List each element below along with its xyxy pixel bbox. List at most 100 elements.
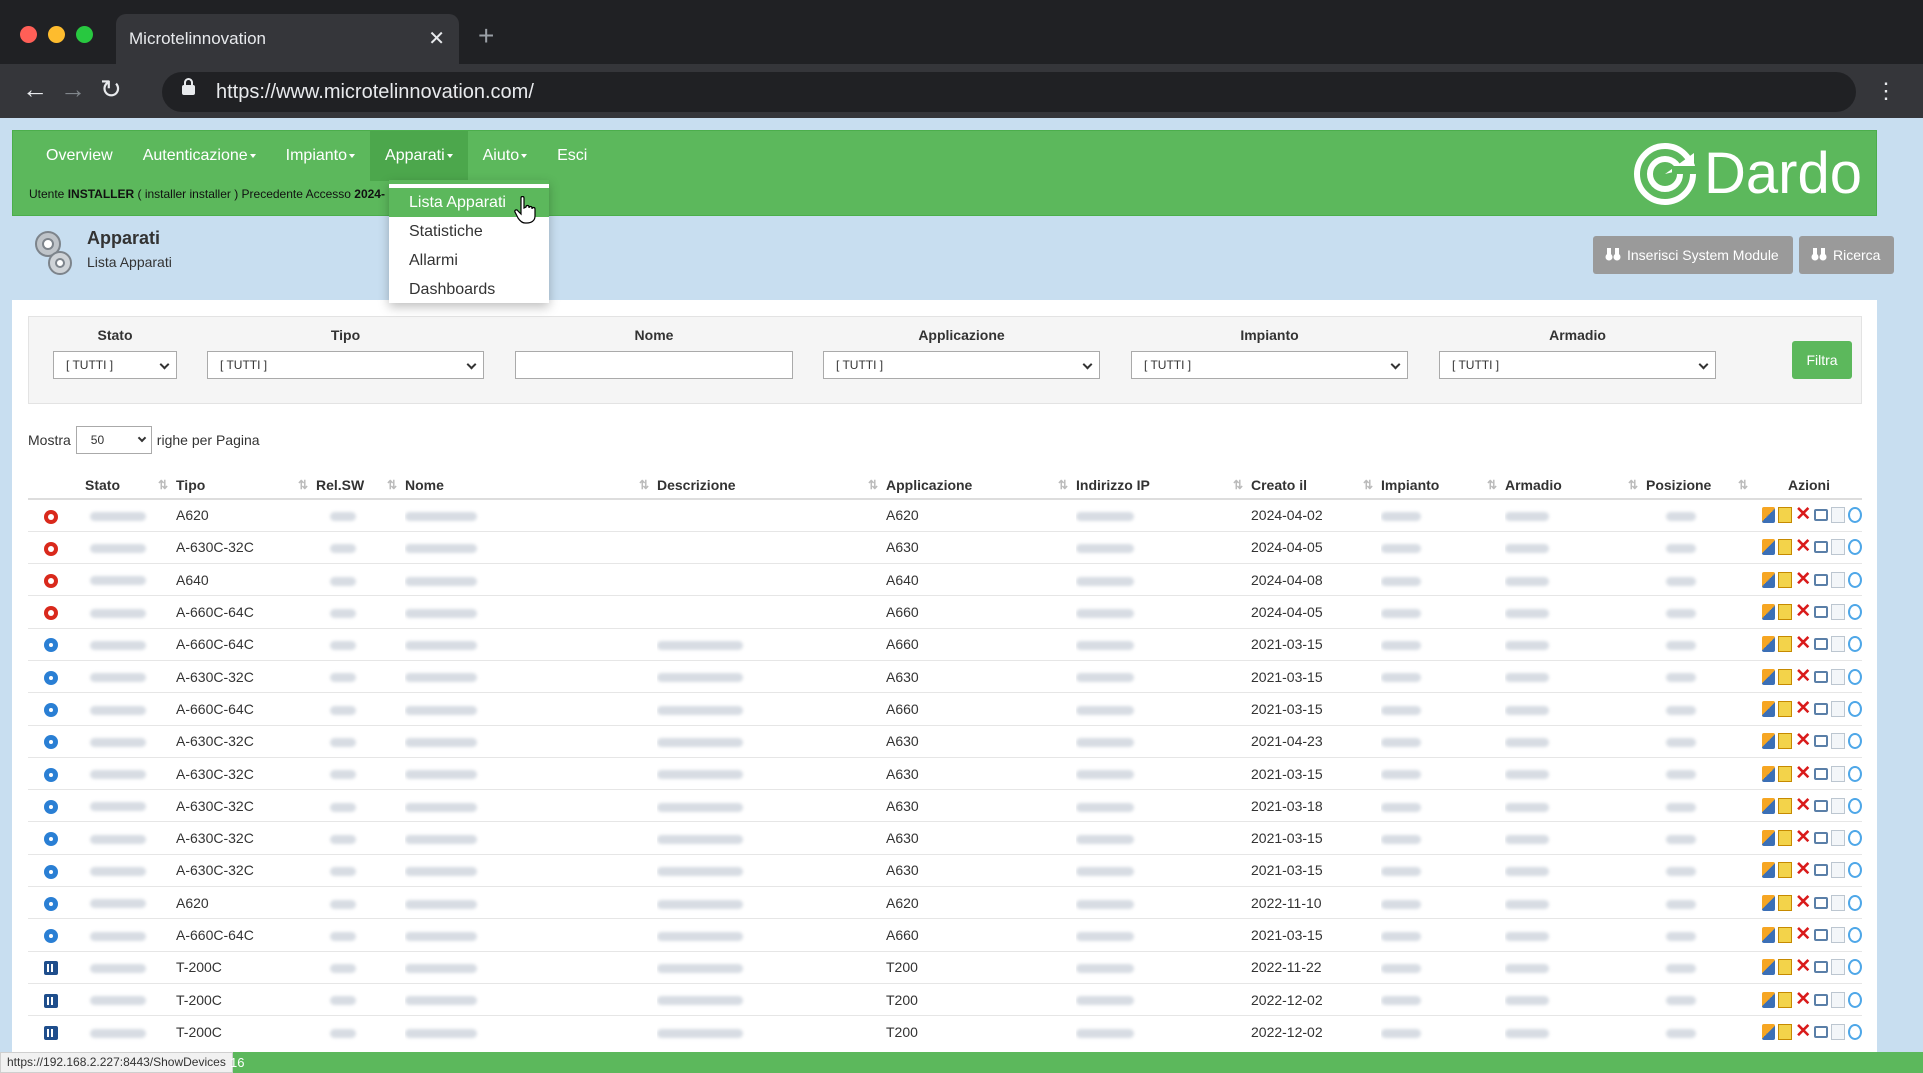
history-icon[interactable] (1847, 636, 1862, 653)
address-bar[interactable]: https://www.microtelinnovation.com/ (162, 72, 1856, 112)
document-icon[interactable] (1831, 700, 1845, 717)
sort-icon[interactable]: ⇅ (158, 478, 168, 492)
copy-icon[interactable] (1762, 507, 1776, 524)
edit-icon[interactable] (1778, 539, 1793, 556)
document-icon[interactable] (1831, 539, 1845, 556)
document-icon[interactable] (1831, 636, 1845, 653)
edit-icon[interactable] (1778, 894, 1793, 911)
history-icon[interactable] (1847, 991, 1862, 1008)
document-icon[interactable] (1831, 894, 1845, 911)
column-header-creato-il[interactable]: Creato il ⇅ (1251, 472, 1381, 500)
monitor-icon[interactable] (1814, 573, 1829, 586)
monitor-icon[interactable] (1814, 896, 1829, 909)
dropdown-item-allarmi[interactable]: Allarmi (389, 246, 549, 275)
delete-icon[interactable]: ✕ (1795, 828, 1811, 847)
table-row[interactable]: T-200C T200 2022-11-22 ✕ (28, 950, 1862, 984)
column-header-armadio[interactable]: Armadio ⇅ (1505, 472, 1646, 500)
cell-nome[interactable] (405, 821, 657, 855)
delete-icon[interactable]: ✕ (1795, 505, 1811, 524)
document-icon[interactable] (1831, 991, 1845, 1008)
table-row[interactable]: A-630C-32C A630 2021-03-15 ✕ (28, 853, 1862, 887)
document-icon[interactable] (1831, 668, 1845, 685)
copy-icon[interactable] (1762, 636, 1776, 653)
copy-icon[interactable] (1762, 571, 1776, 588)
copy-icon[interactable] (1762, 830, 1776, 847)
table-row[interactable]: A-630C-32C A630 2021-04-23 ✕ (28, 724, 1862, 758)
table-row[interactable]: T-200C T200 2022-12-02 ✕ (28, 1015, 1862, 1049)
history-icon[interactable] (1847, 668, 1862, 685)
delete-icon[interactable]: ✕ (1795, 925, 1811, 944)
copy-icon[interactable] (1762, 959, 1776, 976)
edit-icon[interactable] (1778, 1024, 1793, 1041)
delete-icon[interactable]: ✕ (1795, 731, 1811, 750)
copy-icon[interactable] (1762, 797, 1776, 814)
cell-nome[interactable] (405, 950, 657, 984)
cell-nome[interactable] (405, 498, 657, 532)
copy-icon[interactable] (1762, 894, 1776, 911)
history-icon[interactable] (1847, 894, 1862, 911)
copy-icon[interactable] (1762, 765, 1776, 782)
edit-icon[interactable] (1778, 959, 1793, 976)
cell-nome[interactable] (405, 853, 657, 887)
document-icon[interactable] (1831, 507, 1845, 524)
table-row[interactable]: A-660C-64C A660 2021-03-15 ✕ (28, 627, 1862, 661)
document-icon[interactable] (1831, 830, 1845, 847)
table-row[interactable]: A-660C-64C A660 2021-03-15 ✕ (28, 918, 1862, 952)
history-icon[interactable] (1847, 862, 1862, 879)
sort-icon[interactable]: ⇅ (1233, 478, 1243, 492)
document-icon[interactable] (1831, 927, 1845, 943)
edit-icon[interactable] (1778, 507, 1793, 524)
delete-icon[interactable]: ✕ (1795, 667, 1811, 686)
monitor-icon[interactable] (1814, 832, 1829, 845)
copy-icon[interactable] (1762, 668, 1776, 685)
delete-icon[interactable]: ✕ (1795, 1022, 1811, 1041)
cell-nome[interactable] (405, 595, 657, 629)
document-icon[interactable] (1831, 571, 1845, 588)
edit-icon[interactable] (1778, 636, 1793, 653)
cell-nome[interactable] (405, 886, 657, 919)
forward-arrow-icon[interactable]: → (60, 74, 86, 104)
sort-icon[interactable]: ⇅ (868, 478, 878, 492)
cell-nome[interactable] (405, 530, 657, 564)
delete-icon[interactable]: ✕ (1795, 764, 1811, 783)
table-row[interactable]: A-630C-32C A630 2021-03-15 ✕ (28, 756, 1862, 790)
sort-icon[interactable]: ⇅ (639, 478, 649, 492)
table-row[interactable]: A620 A620 2022-11-10 ✕ (28, 886, 1862, 919)
tab-close-icon[interactable]: ✕ (428, 14, 445, 64)
history-icon[interactable] (1847, 927, 1862, 943)
column-header-tipo[interactable]: Tipo ⇅ (176, 472, 316, 500)
filter-stato-select[interactable]: [ TUTTI ] (53, 351, 177, 379)
sort-icon[interactable]: ⇅ (387, 478, 397, 492)
sort-icon[interactable]: ⇅ (1738, 478, 1748, 492)
copy-icon[interactable] (1762, 539, 1776, 556)
cell-nome[interactable] (405, 724, 657, 758)
cell-nome[interactable] (405, 692, 657, 726)
sort-icon[interactable]: ⇅ (298, 478, 308, 492)
edit-icon[interactable] (1778, 991, 1793, 1008)
document-icon[interactable] (1831, 1024, 1845, 1041)
url-text[interactable]: https://www.microtelinnovation.com/ (216, 72, 534, 112)
history-icon[interactable] (1847, 539, 1862, 556)
sort-icon[interactable]: ⇅ (1487, 478, 1497, 492)
monitor-icon[interactable] (1814, 993, 1829, 1006)
page-size-select[interactable]: 50 (75, 426, 152, 454)
history-icon[interactable] (1847, 765, 1862, 782)
filter-armadio-select[interactable]: [ TUTTI ] (1439, 351, 1716, 379)
nav-item-aiuto[interactable]: Aiuto (468, 131, 542, 181)
delete-icon[interactable]: ✕ (1795, 570, 1811, 589)
document-icon[interactable] (1831, 862, 1845, 879)
edit-icon[interactable] (1778, 927, 1793, 943)
history-icon[interactable] (1847, 959, 1862, 976)
close-window-button[interactable] (20, 26, 37, 43)
column-header-nome[interactable]: Nome ⇅ (405, 472, 657, 500)
cell-nome[interactable] (405, 563, 657, 596)
document-icon[interactable] (1831, 797, 1845, 814)
cell-nome[interactable] (405, 756, 657, 790)
nav-item-esci[interactable]: Esci (542, 131, 602, 181)
filter-tipo-select[interactable]: [ TUTTI ] (207, 351, 484, 379)
nav-item-overview[interactable]: Overview (31, 131, 128, 181)
edit-icon[interactable] (1778, 733, 1793, 750)
filter-applicazione-select[interactable]: [ TUTTI ] (823, 351, 1100, 379)
delete-icon[interactable]: ✕ (1795, 893, 1811, 912)
copy-icon[interactable] (1762, 733, 1776, 750)
